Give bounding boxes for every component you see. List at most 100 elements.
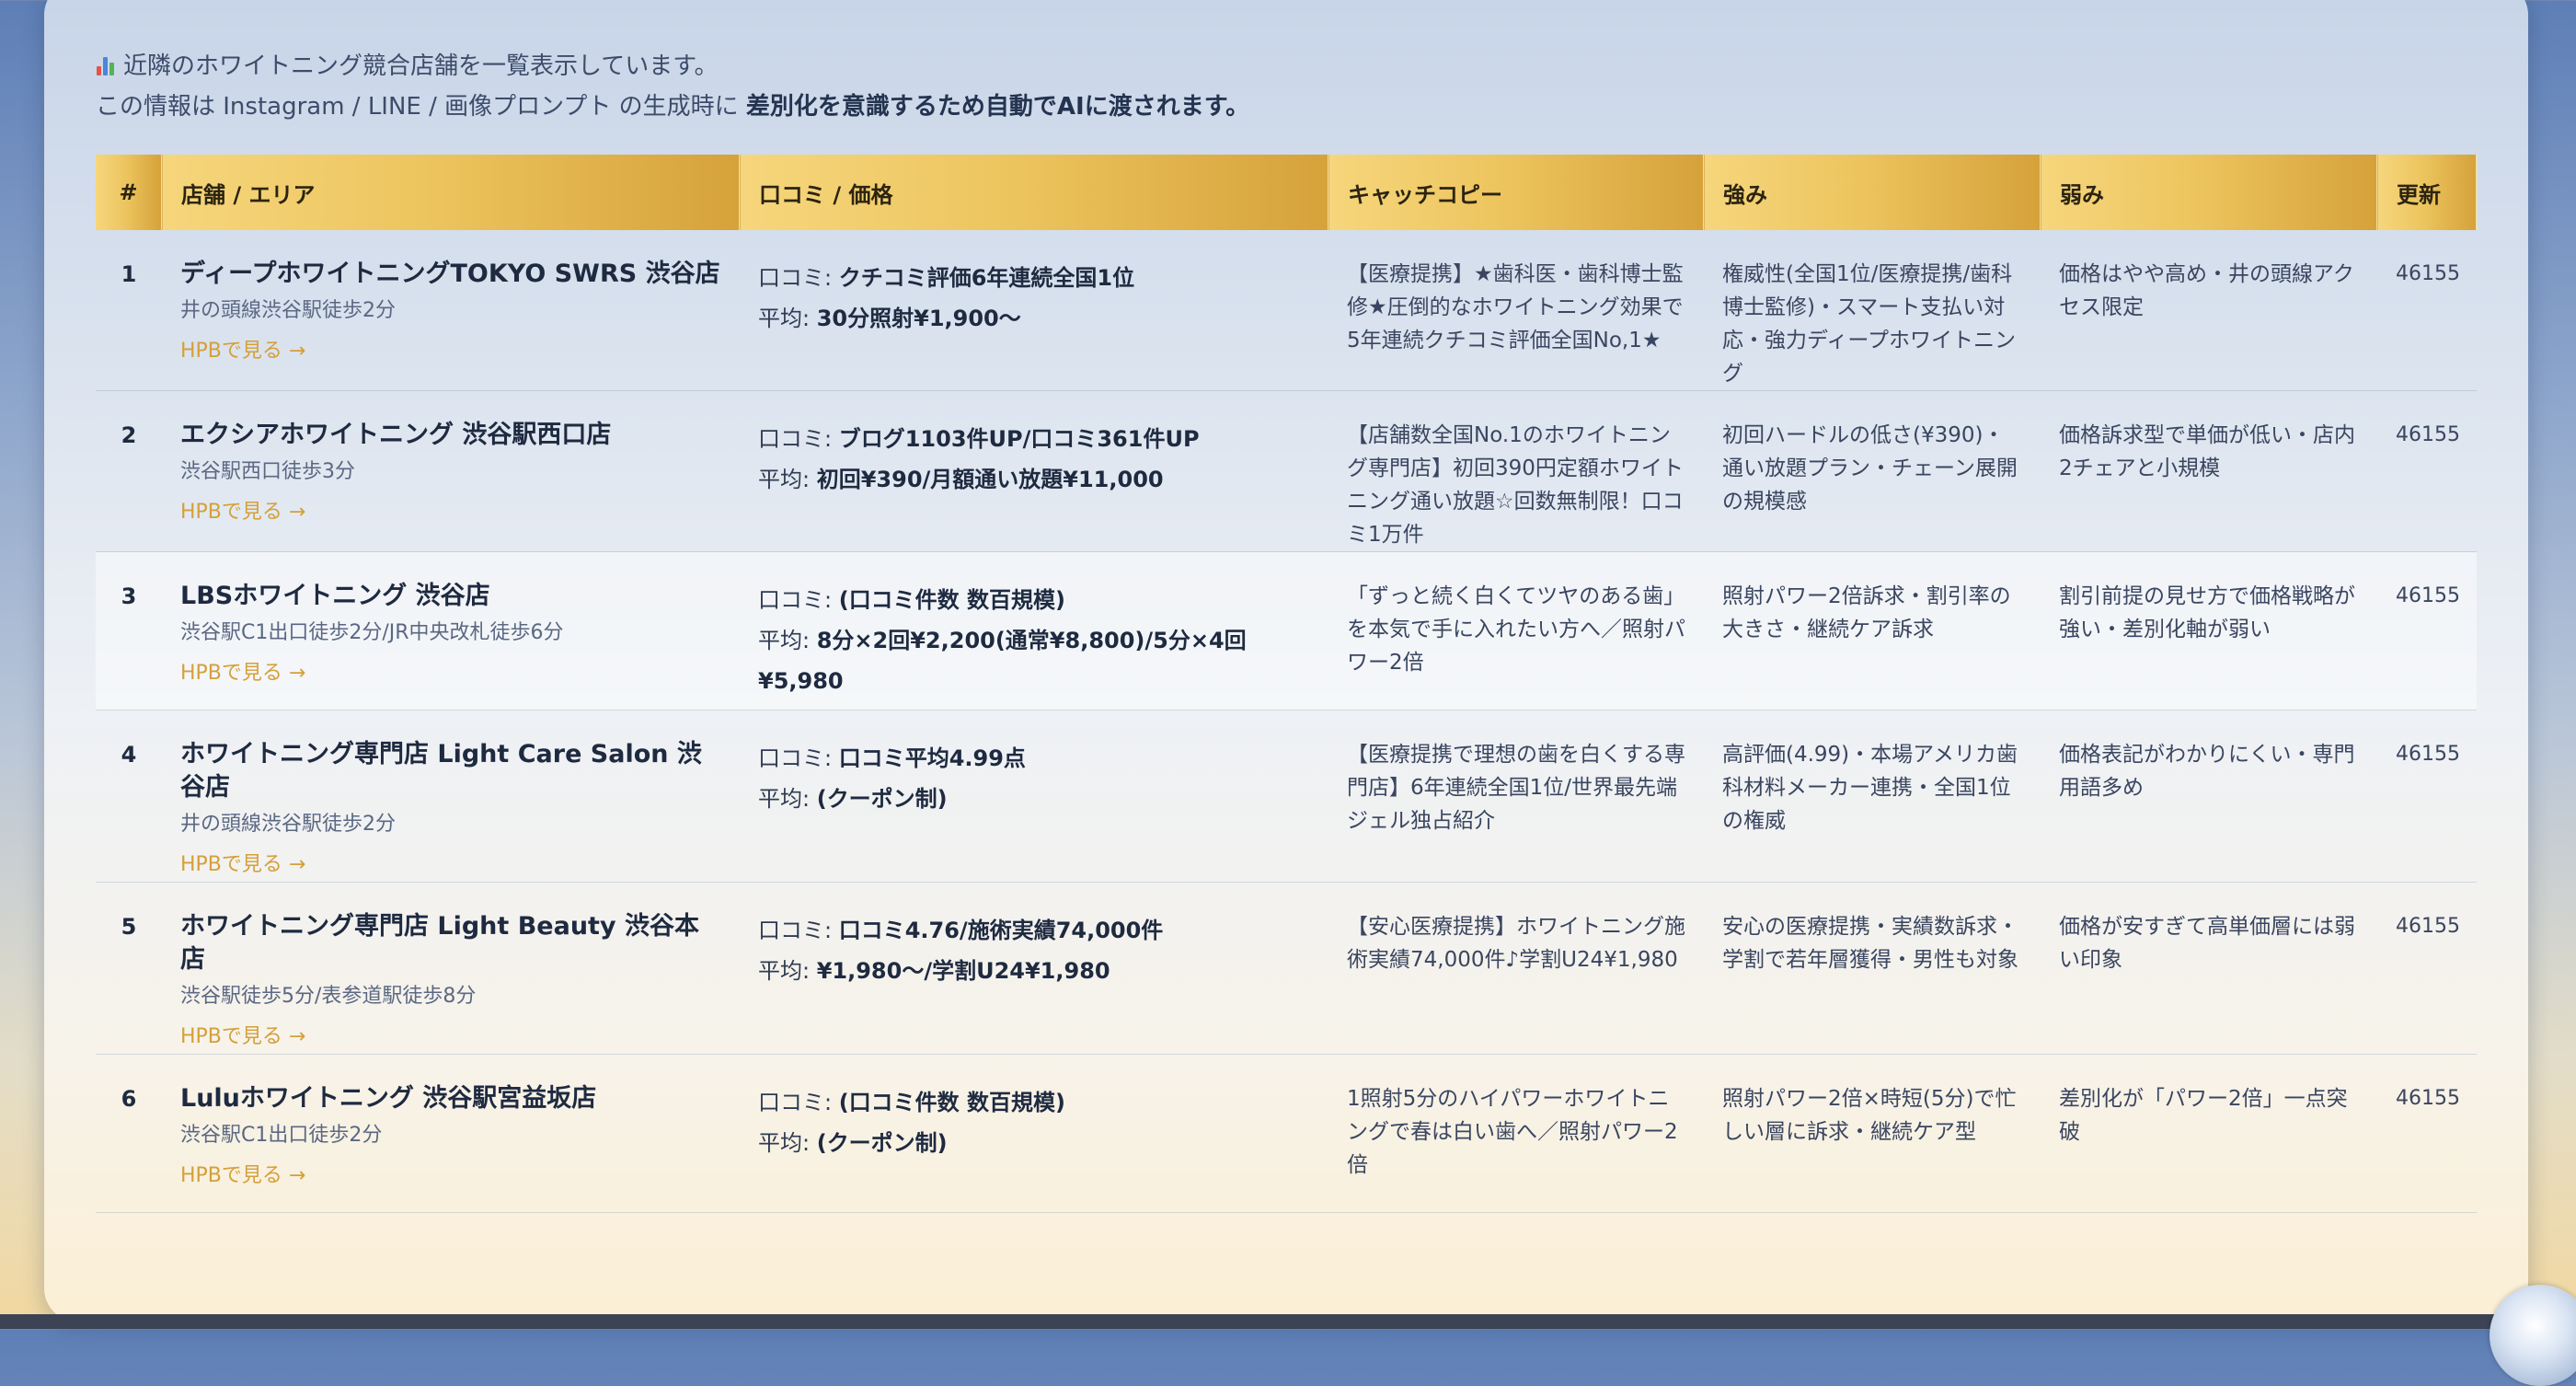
reviews-cell: 口コミ: クチコミ評価6年連続全国1位 平均: 30分照射¥1,900〜 — [740, 230, 1328, 391]
shop-area: 井の頭線渋谷駅徒歩2分 — [180, 299, 396, 322]
review-prefix: 口コミ: — [758, 918, 839, 943]
price-value: (クーポン制) — [816, 1130, 948, 1156]
shop-name: ホワイトニング専門店 Light Care Salon 渋谷店 — [180, 740, 702, 802]
hpb-link[interactable]: HPBで見る → — [180, 335, 305, 368]
price-value: ¥1,980〜/学割U24¥1,980 — [816, 958, 1110, 984]
price-prefix: 平均: — [758, 467, 817, 492]
header-reviews: 口コミ / 価格 — [740, 155, 1329, 230]
strengths-cell: 高評価(4.99)・本場アメリカ歯科材料メーカー連携・全国1位の権威 — [1722, 743, 2018, 833]
weaknesses-cell: 価格はやや高め・井の頭線アクセス限定 — [2059, 262, 2354, 319]
intro-line-1: 近隣のホワイトニング競合店舗を一覧表示しています。 — [96, 46, 1249, 87]
hpb-link[interactable]: HPBで見る → — [180, 1160, 305, 1193]
strengths-cell: 権威性(全国1位/医療提携/歯科博士監修)・スマート支払い対応・強力ディープホワ… — [1722, 262, 2017, 386]
strengths-cell: 安心の医療提携・実績数訴求・学割で若年層獲得・男性も対象 — [1722, 915, 2018, 972]
reviews-cell: 口コミ: 口コミ4.76/施術実績74,000件 平均: ¥1,980〜/学割U… — [740, 883, 1328, 1055]
table-row: 3 LBSホワイトニング 渋谷店 渋谷駅C1出口徒歩2分/JR中央改札徒歩6分 … — [96, 551, 2477, 710]
price-value: 初回¥390/月額通い放題¥11,000 — [816, 467, 1164, 492]
header-num: # — [96, 155, 163, 230]
catchcopy-cell: 【医療提携で理想の歯を白くする専門店】6年連続全国1位/世界最先端ジェル独占紹介 — [1347, 743, 1685, 833]
shop-cell: ホワイトニング専門店 Light Beauty 渋谷本店 渋谷駅徒歩5分/表参道… — [162, 883, 740, 1055]
header-weaknesses: 弱み — [2041, 155, 2378, 230]
updated-cell: 46155 — [2396, 743, 2460, 766]
shop-name: Luluホワイトニング 渋谷駅宮益坂店 — [180, 1084, 597, 1113]
updated-cell: 46155 — [2396, 1087, 2460, 1110]
reviews-cell: 口コミ: (口コミ件数 数百規模) 平均: (クーポン制) — [740, 1055, 1328, 1213]
intro-line-2-text: この情報は Instagram / LINE / 画像プロンプト の生成時に — [96, 93, 746, 121]
price-value: (クーポン制) — [816, 786, 948, 812]
strengths-cell: 初回ハードルの低さ(¥390)・通い放題プラン・チェーン展開の規模感 — [1722, 423, 2018, 514]
catchcopy-cell: 【店舗数全国No.1のホワイトニング専門店】初回390円定額ホワイトニング通い放… — [1347, 423, 1684, 547]
price-prefix: 平均: — [758, 786, 817, 812]
header-strengths: 強み — [1704, 155, 2041, 230]
review-value: (口コミ件数 数百規模) — [838, 1090, 1066, 1115]
updated-cell: 46155 — [2396, 915, 2460, 938]
weaknesses-cell: 価格が安すぎて高単価層には弱い印象 — [2059, 915, 2355, 972]
shop-area: 渋谷駅西口徒歩3分 — [180, 460, 355, 483]
review-line: 口コミ: (口コミ件数 数百規模) — [758, 580, 1310, 620]
shop-name: ホワイトニング専門店 Light Beauty 渋谷本店 — [180, 912, 699, 974]
competitor-table: # 店舗 / エリア 口コミ / 価格 キャッチコピー 強み 弱み 更新 1 デ… — [96, 155, 2478, 1213]
review-value: 口コミ4.76/施術実績74,000件 — [838, 918, 1164, 943]
shop-cell: ホワイトニング専門店 Light Care Salon 渋谷店 井の頭線渋谷駅徒… — [162, 710, 740, 883]
shop-area: 渋谷駅C1出口徒歩2分 — [180, 1124, 383, 1147]
table-row: 5 ホワイトニング専門店 Light Beauty 渋谷本店 渋谷駅徒歩5分/表… — [96, 883, 2477, 1055]
strengths-cell: 照射パワー2倍×時短(5分)で忙しい層に訴求・継続ケア型 — [1722, 1087, 2017, 1144]
strengths-cell: 照射パワー2倍訴求・割引率の大きさ・継続ケア訴求 — [1722, 584, 2011, 641]
review-line: 口コミ: (口コミ件数 数百規模) — [758, 1082, 1310, 1123]
reviews-cell: 口コミ: 口コミ平均4.99点 平均: (クーポン制) — [740, 710, 1328, 883]
intro-line-2: この情報は Instagram / LINE / 画像プロンプト の生成時に 差… — [96, 87, 1249, 127]
review-value: 口コミ平均4.99点 — [838, 745, 1026, 771]
row-number: 3 — [121, 583, 137, 609]
review-line: 口コミ: クチコミ評価6年連続全国1位 — [758, 258, 1310, 298]
reviews-cell: 口コミ: ブログ1103件UP/口コミ361件UP 平均: 初回¥390/月額通… — [740, 391, 1328, 552]
price-line: 平均: ¥1,980〜/学割U24¥1,980 — [758, 951, 1310, 991]
hpb-link[interactable]: HPBで見る → — [180, 657, 305, 690]
review-value: (口コミ件数 数百規模) — [838, 587, 1066, 613]
shop-cell: LBSホワイトニング 渋谷店 渋谷駅C1出口徒歩2分/JR中央改札徒歩6分 HP… — [162, 552, 740, 710]
shop-name: エクシアホワイトニング 渋谷駅西口店 — [180, 421, 612, 449]
hpb-link[interactable]: HPBで見る → — [180, 496, 305, 529]
header-catch: キャッチコピー — [1328, 155, 1705, 230]
catchcopy-cell: 【安心医療提携】ホワイトニング施術実績74,000件♪学割U24¥1,980 — [1347, 915, 1685, 972]
assistant-avatar[interactable] — [2490, 1285, 2576, 1386]
catchcopy-cell: 「ずっと続く白くてツヤのある歯」を本気で手に入れたい方へ／照射パワー2倍 — [1347, 584, 1685, 675]
table-row: 6 Luluホワイトニング 渋谷駅宮益坂店 渋谷駅C1出口徒歩2分 HPBで見る… — [96, 1055, 2477, 1213]
weaknesses-cell: 価格訴求型で単価が低い・店内2チェアと小規模 — [2059, 423, 2355, 480]
review-line: 口コミ: 口コミ平均4.99点 — [758, 738, 1310, 779]
bar-chart-icon — [96, 55, 118, 75]
review-line: 口コミ: ブログ1103件UP/口コミ361件UP — [758, 419, 1310, 459]
table-row: 4 ホワイトニング専門店 Light Care Salon 渋谷店 井の頭線渋谷… — [96, 710, 2477, 883]
hpb-link[interactable]: HPBで見る → — [180, 849, 305, 882]
shop-name: LBSホワイトニング 渋谷店 — [180, 582, 490, 610]
price-value: 8分×2回¥2,200(通常¥8,800)/5分×4回¥5,980 — [758, 628, 1247, 694]
row-number: 5 — [121, 914, 137, 940]
table-row: 2 エクシアホワイトニング 渋谷駅西口店 渋谷駅西口徒歩3分 HPBで見る → … — [96, 391, 2477, 552]
reviews-cell: 口コミ: (口コミ件数 数百規模) 平均: 8分×2回¥2,200(通常¥8,8… — [740, 552, 1328, 710]
shop-cell: Luluホワイトニング 渋谷駅宮益坂店 渋谷駅C1出口徒歩2分 HPBで見る → — [162, 1055, 740, 1213]
review-line: 口コミ: 口コミ4.76/施術実績74,000件 — [758, 910, 1310, 951]
weaknesses-cell: 差別化が「パワー2倍」一点突破 — [2059, 1087, 2348, 1144]
hpb-link[interactable]: HPBで見る → — [180, 1021, 305, 1054]
price-prefix: 平均: — [758, 958, 817, 984]
updated-cell: 46155 — [2396, 584, 2460, 607]
table-header-row: # 店舗 / エリア 口コミ / 価格 キャッチコピー 強み 弱み 更新 — [96, 155, 2478, 230]
price-prefix: 平均: — [758, 306, 817, 331]
review-value: ブログ1103件UP/口コミ361件UP — [838, 426, 1200, 452]
row-number: 1 — [121, 261, 137, 287]
catchcopy-cell: 1照射5分のハイパワーホワイトニングで春は白い歯へ／照射パワー2倍 — [1347, 1087, 1678, 1177]
price-line: 平均: 30分照射¥1,900〜 — [758, 298, 1310, 339]
catchcopy-cell: 【医療提携】★歯科医・歯科博士監修★圧倒的なホワイトニング効果で5年連続クチコミ… — [1347, 262, 1684, 352]
review-value: クチコミ評価6年連続全国1位 — [838, 265, 1135, 291]
header-shop: 店舗 / エリア — [162, 155, 741, 230]
table-row: 1 ディープホワイトニングTOKYO SWRS 渋谷店 井の頭線渋谷駅徒歩2分 … — [96, 230, 2477, 391]
shop-cell: ディープホワイトニングTOKYO SWRS 渋谷店 井の頭線渋谷駅徒歩2分 HP… — [162, 230, 740, 391]
weaknesses-cell: 割引前提の見せ方で価格戦略が強い・差別化軸が弱い — [2059, 584, 2355, 641]
row-number: 4 — [121, 742, 137, 768]
price-line: 平均: (クーポン制) — [758, 779, 1310, 819]
intro-line-1-text: 近隣のホワイトニング競合店舗を一覧表示しています。 — [123, 52, 719, 80]
updated-cell: 46155 — [2396, 262, 2460, 285]
updated-cell: 46155 — [2396, 423, 2460, 446]
review-prefix: 口コミ: — [758, 265, 839, 291]
price-prefix: 平均: — [758, 628, 817, 653]
bottom-bar — [0, 1314, 2576, 1329]
